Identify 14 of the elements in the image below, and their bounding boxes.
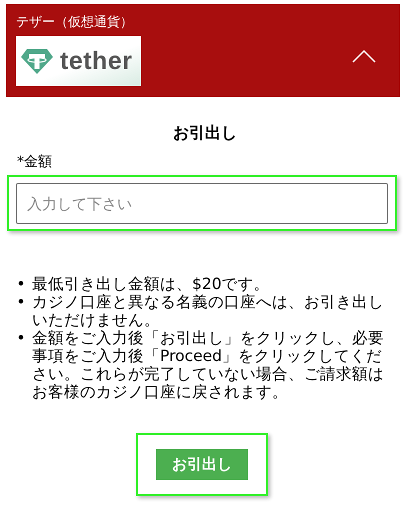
note-text: 金額をご入力後「お引出し」をクリックし、必要事項をご入力後「Proceed」をクリックしてください。これらが完了していない場合、ご請求額はお客様のカジノ口座に戻されます。 <box>32 329 385 401</box>
bullet: • <box>15 293 27 313</box>
shield-t-icon <box>20 47 54 75</box>
bullet: • <box>15 329 27 349</box>
note-text: カジノ口座と異なる名義の口座へは、お引き出しいただけません。 <box>32 293 385 329</box>
amount-label: *金額 <box>17 153 53 171</box>
logo-wordmark: tether <box>60 46 132 76</box>
payment-method-title: テザー（仮想通貨） <box>16 15 134 31</box>
form-heading: お引出し <box>172 123 238 143</box>
header-bar[interactable]: テザー（仮想通貨） tether <box>6 4 400 97</box>
bullet: • <box>15 275 27 293</box>
amount-input-field[interactable]: 入力して下さい <box>16 183 388 224</box>
chevron-up-icon[interactable] <box>352 48 376 62</box>
note-text: 最低引き出し金額は、$20です。 <box>32 275 271 293</box>
